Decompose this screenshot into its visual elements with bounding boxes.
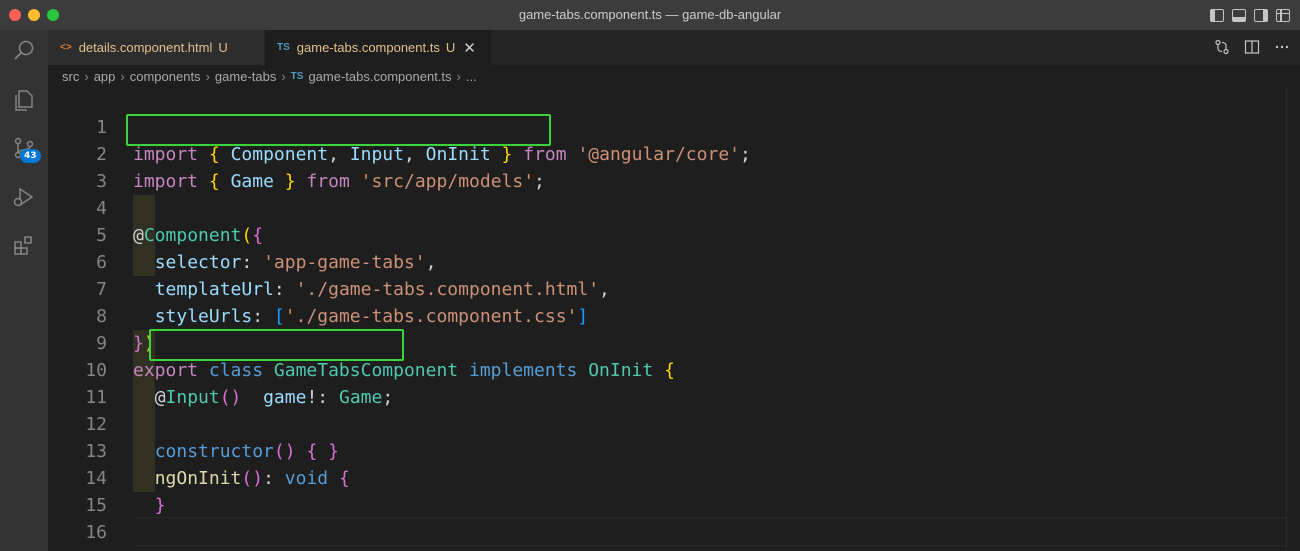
layout-controls — [1210, 7, 1290, 23]
chevron-right-icon: › — [84, 68, 89, 84]
window-title: game-tabs.component.ts — game-db-angular — [518, 7, 782, 22]
toggle-primary-sidebar-icon[interactable] — [1210, 8, 1224, 22]
typescript-file-icon: TS — [277, 42, 290, 53]
open-changes-icon[interactable] — [1214, 39, 1230, 55]
code-line: 12 constructor() { } — [48, 384, 1286, 462]
tab-details-component-html[interactable]: <> details.component.html U — [48, 30, 264, 65]
code-line: 15 — [48, 465, 1286, 516]
tab-game-tabs-component-ts[interactable]: TS game-tabs.component.ts U ✕ — [265, 30, 491, 65]
title-bar: game-tabs.component.ts — game-db-angular — [0, 0, 1300, 30]
code-line: 9 export class GameTabsComponent impleme… — [48, 303, 1286, 381]
typescript-file-icon: TS — [290, 70, 304, 82]
explorer-icon[interactable] — [12, 88, 36, 112]
tab-label: details.component.html — [78, 40, 213, 55]
chevron-right-icon: › — [456, 68, 461, 84]
breadcrumb: src › app › components › game-tabs › TS … — [48, 65, 1300, 87]
breadcrumb-item[interactable]: ... — [466, 69, 477, 84]
code-line: 1 import { Component, Input, OnInit } fr… — [48, 87, 1286, 165]
code-line: 5 selector: 'app-game-tabs', — [48, 195, 1286, 273]
breadcrumb-item[interactable]: app — [94, 69, 116, 84]
code-line: 6 templateUrl: './game-tabs.component.ht… — [48, 222, 1286, 300]
tab-bar: <> details.component.html U TS game-tabs… — [48, 30, 1300, 65]
untracked-status: U — [218, 40, 228, 55]
chevron-right-icon: › — [205, 68, 210, 84]
code-line: 13 ngOnInit(): void { — [48, 411, 1286, 489]
breadcrumb-item[interactable]: src — [62, 69, 79, 84]
chevron-right-icon: › — [281, 68, 286, 84]
highlight-box-import-game — [126, 114, 551, 146]
customize-layout-icon[interactable] — [1276, 8, 1290, 22]
line-number: 17 — [48, 546, 107, 551]
line-content: } — [133, 546, 144, 551]
source-control-badge: 43 — [20, 149, 41, 163]
chevron-right-icon: › — [120, 68, 125, 84]
more-actions-icon[interactable] — [1274, 39, 1290, 55]
activity-bar: 43 — [0, 30, 48, 551]
code-line: 4 @Component({ — [48, 168, 1286, 246]
split-editor-icon[interactable] — [1244, 39, 1260, 55]
untracked-status: U — [445, 40, 456, 55]
code-line: 17 — [48, 519, 1286, 551]
tab-label: game-tabs.component.ts — [296, 40, 440, 55]
run-debug-icon[interactable] — [12, 185, 36, 209]
highlight-box-input-game — [149, 329, 404, 361]
code-line: 11 — [48, 357, 1286, 408]
code-line: 8 }) — [48, 276, 1286, 354]
search-icon[interactable] — [12, 38, 36, 62]
breadcrumb-item[interactable]: game-tabs — [215, 69, 276, 84]
toggle-secondary-sidebar-icon[interactable] — [1254, 8, 1268, 22]
code-line: 14 } — [48, 438, 1286, 516]
extensions-icon[interactable] — [12, 233, 36, 257]
code-line: 16 } — [48, 492, 1286, 551]
breadcrumb-item[interactable]: game-tabs.component.ts — [308, 69, 451, 84]
code-line: 7 styleUrls: ['./game-tabs.component.css… — [48, 249, 1286, 327]
editor-actions — [1214, 39, 1290, 55]
html-file-icon: <> — [60, 42, 72, 53]
breadcrumb-item[interactable]: components — [130, 69, 201, 84]
close-icon[interactable]: ✕ — [463, 39, 476, 57]
vertical-scrollbar[interactable] — [1286, 87, 1300, 551]
code-editor[interactable]: 1 import { Component, Input, OnInit } fr… — [48, 87, 1286, 551]
toggle-panel-icon[interactable] — [1232, 8, 1246, 22]
